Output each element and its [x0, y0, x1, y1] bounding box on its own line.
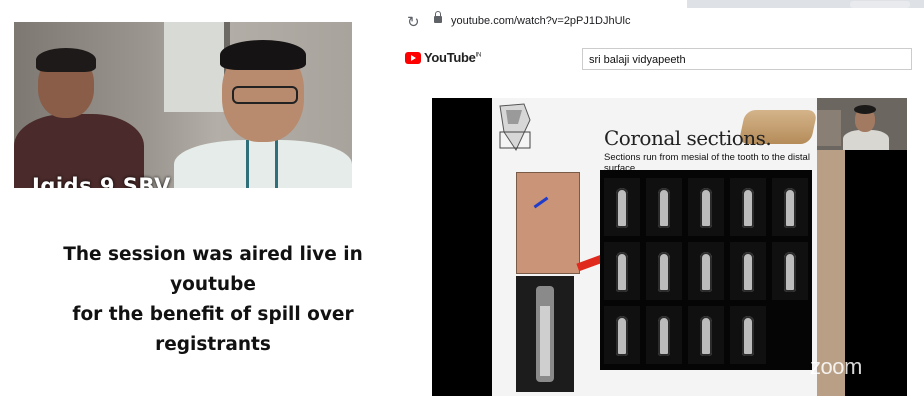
address-bar: ↻ youtube.com/watch?v=2pPJ1DJhUlc — [397, 8, 924, 39]
webcam-photo: Igids 9 SBV — [14, 22, 352, 188]
youtube-logo-suffix: IN — [475, 52, 482, 59]
scan-cell — [646, 306, 682, 364]
tooth-diagram-icon — [499, 103, 531, 152]
scan-cell — [730, 306, 766, 364]
scan-cell — [730, 178, 766, 236]
scan-cell — [646, 178, 682, 236]
caption-line-1: The session was aired live in youtube — [63, 244, 363, 295]
scan-cell — [688, 178, 724, 236]
coronal-scan-grid — [600, 170, 812, 370]
anatomy-section-image — [516, 172, 604, 274]
caption-line-3: registrants — [155, 334, 271, 355]
caption: The session was aired live in youtube fo… — [18, 240, 408, 360]
tab-strip — [397, 0, 924, 8]
caption-line-2: for the benefit of spill over — [72, 304, 354, 325]
person-right-hair — [220, 40, 306, 70]
scan-cell — [688, 242, 724, 300]
url-text[interactable]: youtube.com/watch?v=2pPJ1DJhUlc — [451, 15, 630, 27]
glasses — [232, 86, 298, 104]
scan-cell — [604, 178, 640, 236]
youtube-logo-text: YouTube — [424, 50, 476, 65]
browser-window: ↻ youtube.com/watch?v=2pPJ1DJhUlc YouTub… — [397, 0, 924, 408]
youtube-header: YouTubeIN sri balaji vidyapeeth — [397, 38, 924, 82]
scan-cell — [688, 306, 724, 364]
lock-icon[interactable] — [434, 11, 442, 23]
zoom-watermark: zoom — [810, 354, 862, 379]
reload-icon[interactable]: ↻ — [407, 13, 420, 31]
scan-cell — [646, 242, 682, 300]
youtube-play-icon[interactable] — [405, 52, 421, 64]
youtube-logo[interactable]: YouTubeIN — [424, 50, 481, 65]
active-tab[interactable] — [397, 0, 687, 8]
scan-cell — [730, 242, 766, 300]
blue-arrow-icon — [533, 196, 549, 209]
scan-cell — [604, 242, 640, 300]
cbct-sagittal-image — [516, 276, 574, 392]
search-input[interactable]: sri balaji vidyapeeth — [582, 48, 912, 70]
presenter-shirt — [843, 130, 889, 150]
scan-cell — [772, 178, 808, 236]
slide-title: Coronal sections. — [604, 126, 772, 150]
presenter-video — [817, 98, 907, 150]
profile-button[interactable] — [850, 1, 910, 8]
lanyard — [246, 140, 278, 188]
video-player[interactable]: Coronal sections. Sections run from mesi… — [432, 98, 907, 396]
scan-cell — [604, 306, 640, 364]
scan-cell — [772, 242, 808, 300]
person-left-hair — [36, 48, 96, 72]
implant-scan-icon — [536, 286, 554, 382]
presentation-slide: Coronal sections. Sections run from mesi… — [492, 98, 818, 396]
webcam-overlay-label: Igids 9 SBV — [32, 174, 171, 188]
presenter-hair — [854, 105, 876, 114]
window — [164, 22, 230, 112]
bookshelf — [817, 110, 841, 146]
